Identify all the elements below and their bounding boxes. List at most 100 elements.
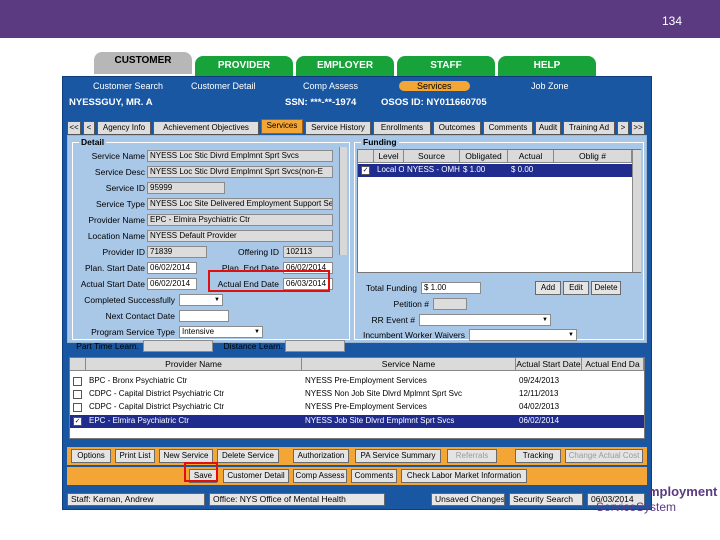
provider-name-label: Provider Name <box>88 215 145 225</box>
plan-start-field[interactable]: 06/02/2014 <box>147 262 197 274</box>
print-list-button[interactable]: Print List <box>115 449 155 463</box>
row-end <box>582 401 644 414</box>
comp-assess-button[interactable]: Comp Assess <box>293 469 347 483</box>
detail-fieldset: Detail Service Name NYESS Loc Stic Divrd… <box>72 137 350 352</box>
table-row[interactable]: CDPC - Capital District Psychiatric Ctr … <box>70 388 644 401</box>
funding-edit-button[interactable]: Edit <box>563 281 589 295</box>
delete-service-button[interactable]: Delete Service <box>217 449 279 463</box>
service-type-label: Service Type <box>96 199 145 209</box>
status-staff: Staff: Karnan, Andrew <box>67 493 205 506</box>
tab-first[interactable]: << <box>67 121 81 135</box>
table-row-selected[interactable]: ✓ EPC - Elmira Psychiatric Ctr NYESS Job… <box>70 415 644 428</box>
sub-navigation: Customer Search Customer Detail Comp Ass… <box>63 81 651 95</box>
funding-scrollbar[interactable] <box>632 150 641 272</box>
program-type-dropdown[interactable]: Intensive <box>179 326 263 338</box>
referrals-button[interactable]: Referrals <box>447 449 497 463</box>
row-service: NYESS Pre-Employment Services <box>305 376 427 385</box>
petition-field[interactable] <box>433 298 467 310</box>
waivers-label: Incumbent Worker Waivers <box>362 330 465 340</box>
tab-employer[interactable]: EMPLOYER <box>296 56 394 76</box>
tab-training[interactable]: Training Ad <box>563 121 615 135</box>
part-time-field[interactable] <box>143 340 213 352</box>
program-type-label: Program Service Type <box>91 327 175 337</box>
provider-id-label: Provider ID <box>102 247 145 257</box>
customer-info-line: NYESSGUY, MR. A SSN: ***-**-1974 OSOS ID… <box>67 97 647 111</box>
tab-next[interactable]: > <box>617 121 629 135</box>
tab-audit[interactable]: Audit <box>535 121 561 135</box>
next-contact-field[interactable] <box>179 310 229 322</box>
application-window: Customer Search Customer Detail Comp Ass… <box>62 76 652 510</box>
row-checkbox[interactable] <box>73 377 82 386</box>
tab-services[interactable]: Services <box>261 119 303 134</box>
change-actual-cost-button[interactable]: Change Actual Cost <box>565 449 643 463</box>
subnav-services[interactable]: Services <box>399 81 470 91</box>
distance-field[interactable] <box>285 340 345 352</box>
tab-comments[interactable]: Comments <box>483 121 533 135</box>
subnav-job-zone[interactable]: Job Zone <box>531 81 569 91</box>
actual-start-field[interactable]: 06/02/2014 <box>147 278 197 290</box>
waivers-dropdown[interactable] <box>469 329 577 341</box>
tab-outcomes[interactable]: Outcomes <box>433 121 481 135</box>
services-table: Provider Name Service Name Actual Start … <box>69 357 645 439</box>
service-name-field[interactable]: NYESS Loc Stic Divrd Emplmnt Sprt Svcs <box>147 150 333 162</box>
tab-enrollments[interactable]: Enrollments <box>373 121 431 135</box>
customer-detail-button[interactable]: Customer Detail <box>223 469 289 483</box>
service-id-field[interactable]: 95999 <box>147 182 225 194</box>
completed-dropdown[interactable] <box>179 294 223 306</box>
row-end <box>582 415 644 428</box>
funding-cell-actual: $ 0.00 <box>511 165 534 174</box>
funding-fieldset: Funding Level Source Obligated Actual Ob… <box>354 137 644 341</box>
funding-delete-button[interactable]: Delete <box>591 281 621 295</box>
offering-id-field[interactable]: 102113 <box>283 246 333 258</box>
row-service: NYESS Pre-Employment Services <box>305 402 427 411</box>
tab-last[interactable]: >> <box>631 121 645 135</box>
service-desc-field[interactable]: NYESS Loc Stic Dlvrd Emplmnt Sprt Svcs(n… <box>147 166 333 178</box>
funding-grid: Level Source Obligated Actual Oblig # ✓ … <box>357 149 641 273</box>
tracking-button[interactable]: Tracking <box>515 449 561 463</box>
tab-provider[interactable]: PROVIDER <box>195 56 293 76</box>
tab-agency-info[interactable]: Agency Info <box>97 121 151 135</box>
logo-line-2: ServiceSystem <box>596 500 677 514</box>
highlight-actual-end-date <box>208 270 330 292</box>
funding-cell-oblig-num <box>554 164 632 177</box>
tab-prev[interactable]: < <box>83 121 95 135</box>
comments-button[interactable]: Comments <box>351 469 397 483</box>
tab-customer[interactable]: CUSTOMER <box>94 52 192 74</box>
tab-staff[interactable]: STAFF <box>397 56 495 76</box>
tab-help[interactable]: HELP <box>498 56 596 76</box>
subnav-customer-search[interactable]: Customer Search <box>93 81 163 91</box>
plan-start-label: Plan. Start Date <box>84 263 145 273</box>
tab-service-history[interactable]: Service History <box>305 121 371 135</box>
funding-add-button[interactable]: Add <box>535 281 561 295</box>
customer-ssn: SSN: ***-**-1974 <box>285 97 357 108</box>
check-labor-market-button[interactable]: Check Labor Market Information <box>401 469 527 483</box>
funding-row-checkbox[interactable]: ✓ <box>361 166 370 175</box>
service-type-field[interactable]: NYESS Loc Site Delivered Employment Supp… <box>147 198 333 210</box>
row-checkbox[interactable] <box>73 390 82 399</box>
table-row[interactable]: CDPC - Capital District Psychiatric Ctr … <box>70 401 644 414</box>
subnav-comp-assess[interactable]: Comp Assess <box>303 81 358 91</box>
pa-service-summary-button[interactable]: PA Service Summary <box>355 449 441 463</box>
action-button-bar: Options Print List New Service Delete Se… <box>67 447 647 465</box>
rr-event-dropdown[interactable] <box>419 314 551 326</box>
detail-scrollbar[interactable] <box>339 147 347 255</box>
row-start: 12/11/2013 <box>519 389 559 398</box>
row-checkbox[interactable] <box>73 403 82 412</box>
customer-name: NYESSGUY, MR. A <box>69 97 153 108</box>
authorization-button[interactable]: Authorization <box>293 449 349 463</box>
provider-name-field[interactable]: EPC - Elmira Psychiatric Ctr <box>147 214 333 226</box>
row-provider: CDPC - Capital District Psychiatric Ctr <box>89 389 225 398</box>
customer-osos-id: OSOS ID: NY011660705 <box>381 97 487 108</box>
provider-id-field[interactable]: 71839 <box>147 246 207 258</box>
row-checkbox[interactable]: ✓ <box>73 417 82 426</box>
options-button[interactable]: Options <box>71 449 111 463</box>
tab-achievement-objectives[interactable]: Achievement Objectives <box>153 121 259 135</box>
subnav-customer-detail[interactable]: Customer Detail <box>191 81 256 91</box>
services-header-check <box>70 358 86 371</box>
funding-header-source: Source <box>404 150 460 163</box>
row-service: NYESS Non Job Site Dlvrd Mplmnt Sprt Svc <box>305 389 462 398</box>
funding-row[interactable]: ✓ Local O NYESS - OMH - O $ 1.00 $ 0.00 <box>358 164 632 177</box>
location-name-field[interactable]: NYESS Default Provider <box>147 230 333 242</box>
new-service-button[interactable]: New Service <box>159 449 213 463</box>
table-row[interactable]: BPC - Bronx Psychiatric Ctr NYESS Pre-Em… <box>70 375 644 388</box>
